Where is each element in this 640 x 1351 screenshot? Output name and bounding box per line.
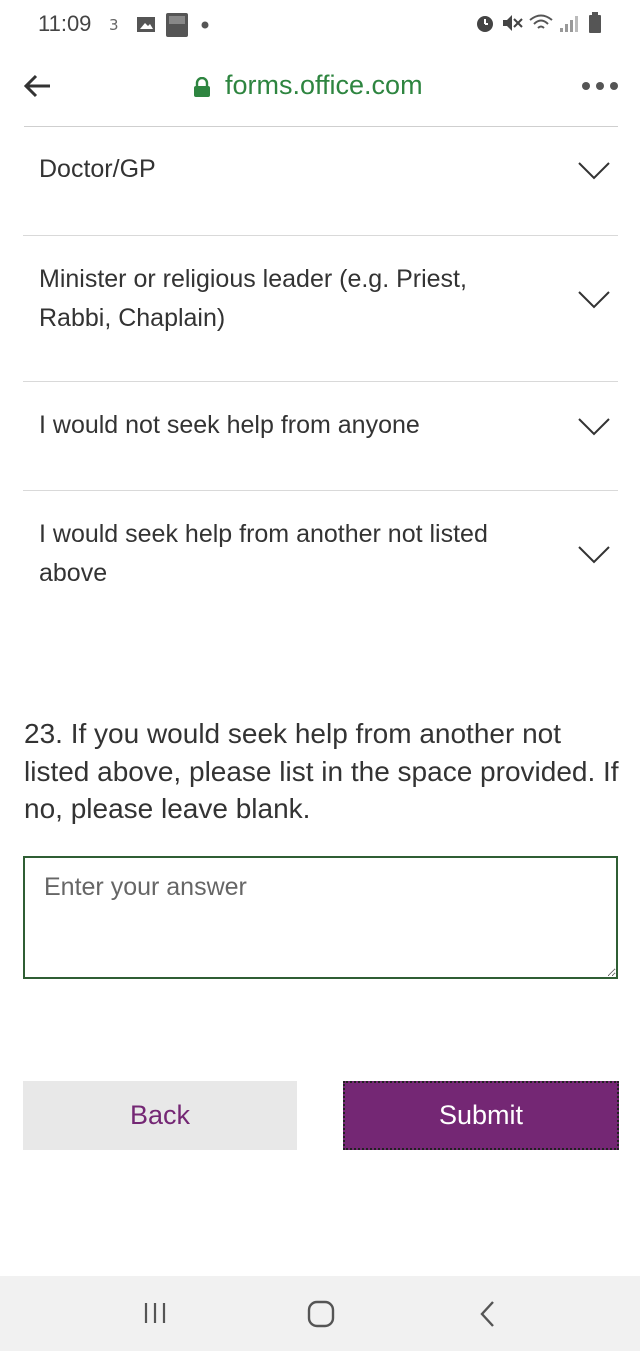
lock-icon xyxy=(194,77,210,97)
dropdown-label: Minister or religious leader (e.g. Pries… xyxy=(39,265,467,332)
recent-apps-icon[interactable] xyxy=(142,1300,168,1326)
battery-icon xyxy=(589,12,601,33)
more-dots-icon[interactable] xyxy=(580,80,620,92)
dropdown-row-no-one[interactable]: I would not seek help from anyone xyxy=(23,382,618,491)
chevron-down-icon[interactable] xyxy=(577,161,611,181)
home-icon[interactable] xyxy=(307,1300,335,1328)
submit-button[interactable]: Submit xyxy=(343,1081,619,1150)
carrier-mark: 3 xyxy=(109,16,119,34)
alarm-icon xyxy=(477,16,493,32)
chevron-down-icon[interactable] xyxy=(577,290,611,310)
wifi-icon xyxy=(529,14,553,29)
question-title: 23. If you would seek help from another … xyxy=(24,718,619,824)
system-nav-bar xyxy=(0,1276,640,1351)
back-arrow-icon[interactable] xyxy=(22,70,54,102)
bible-app-icon xyxy=(166,13,188,37)
nav-back-icon[interactable] xyxy=(478,1300,498,1328)
status-bar: 11:09 3 xyxy=(0,0,640,50)
notification-dot-icon xyxy=(201,21,209,29)
status-time: 11:09 xyxy=(38,11,92,36)
back-button[interactable]: Back xyxy=(23,1081,297,1150)
browser-address-bar: forms.office.com xyxy=(0,50,640,126)
dropdown-row-minister[interactable]: Minister or religious leader (e.g. Pries… xyxy=(23,236,618,382)
dropdown-row-doctor[interactable]: Doctor/GP xyxy=(23,127,618,236)
answer-field[interactable] xyxy=(23,856,618,979)
signal-icon xyxy=(560,16,578,32)
dropdown-row-other[interactable]: I would seek help from another not liste… xyxy=(23,491,618,611)
mute-icon xyxy=(503,15,523,31)
chevron-down-icon[interactable] xyxy=(577,545,611,565)
dropdown-label: I would not seek help from anyone xyxy=(39,411,420,439)
dropdown-label: Doctor/GP xyxy=(39,155,156,183)
url-text[interactable]: forms.office.com xyxy=(225,70,423,101)
dropdown-label: I would seek help from another not liste… xyxy=(39,520,488,587)
chevron-down-icon[interactable] xyxy=(577,417,611,437)
image-icon xyxy=(137,17,155,32)
carrier-icon: 3 xyxy=(109,16,119,34)
answer-input[interactable] xyxy=(25,858,616,977)
